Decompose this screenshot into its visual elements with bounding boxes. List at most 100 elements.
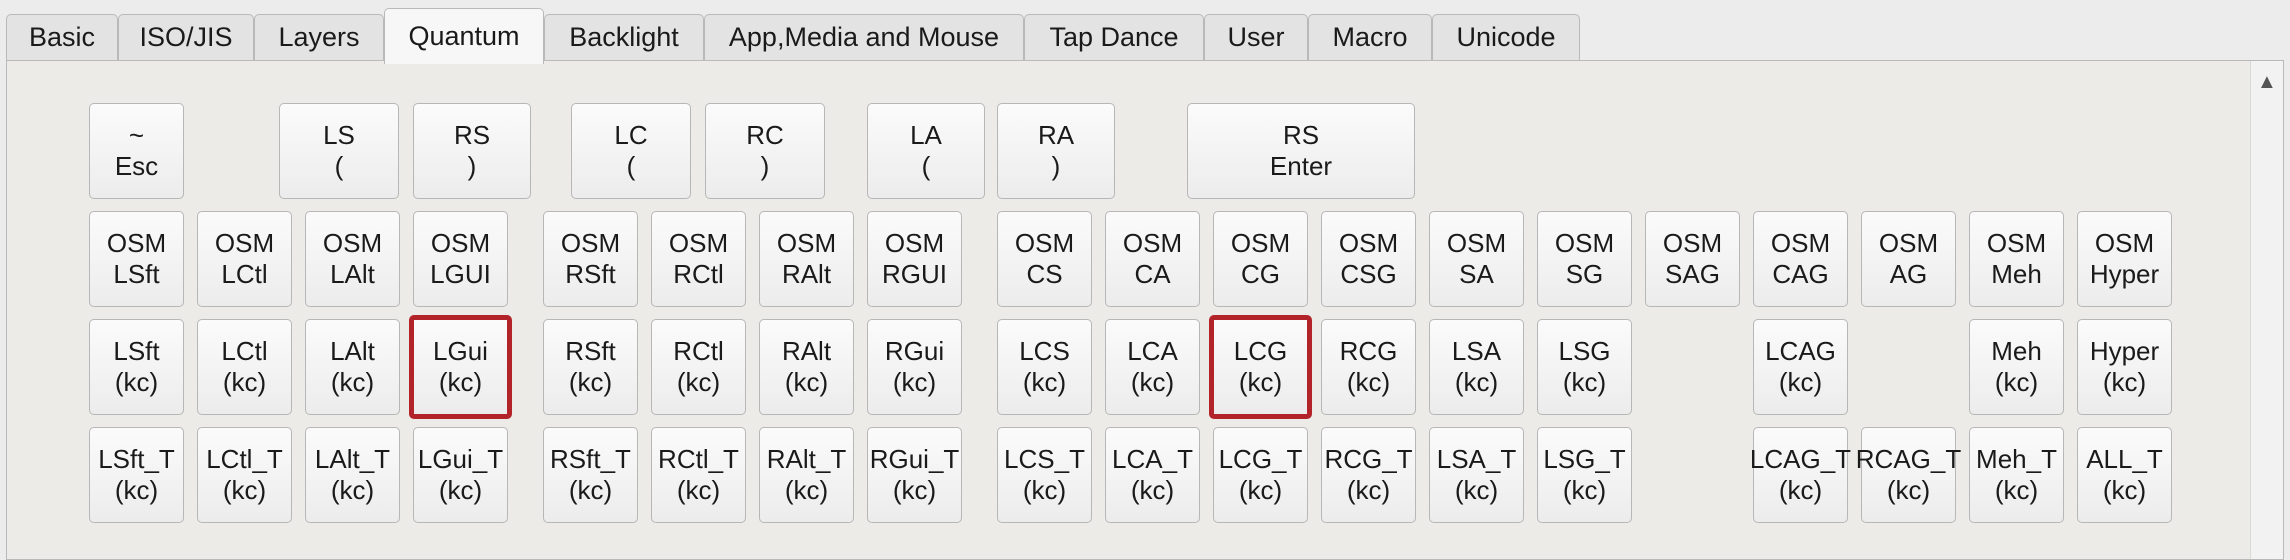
key-osm-ralt[interactable]: OSM RAlt (759, 211, 854, 307)
tab-backlight[interactable]: Backlight (544, 14, 704, 60)
key-label: (kc) (1994, 367, 2039, 397)
key-label: OSM (1554, 228, 1615, 258)
key-ralt-kc[interactable]: RAlt (kc) (759, 319, 854, 415)
key-osm-meh[interactable]: OSM Meh (1969, 211, 2064, 307)
key-osm-lsft[interactable]: OSM LSft (89, 211, 184, 307)
key-label: LSft (113, 336, 160, 366)
key-lalt-t-kc[interactable]: LAlt_T (kc) (305, 427, 400, 523)
key-lshift-paren[interactable]: LS( (279, 103, 399, 199)
key-osm-sg[interactable]: OSM SG (1537, 211, 1632, 307)
key-label: (kc) (1130, 475, 1175, 505)
key-label: (kc) (1022, 475, 1067, 505)
key-osm-rsft[interactable]: OSM RSft (543, 211, 638, 307)
key-lca-t-kc[interactable]: LCA_T (kc) (1105, 427, 1200, 523)
key-osm-sag[interactable]: OSM SAG (1645, 211, 1740, 307)
key-label: (kc) (676, 367, 721, 397)
key-ralt-paren[interactable]: RA) (997, 103, 1115, 199)
key-osm-cs[interactable]: OSM CS (997, 211, 1092, 307)
key-label: LCtl_T (206, 444, 283, 474)
key-lcs-t-kc[interactable]: LCS_T (kc) (997, 427, 1092, 523)
key-label: OSM (430, 228, 491, 258)
chevron-up-icon[interactable]: ▲ (2257, 71, 2277, 94)
key-label: Enter (1269, 151, 1333, 181)
key-hyper-kc[interactable]: Hyper (kc) (2077, 319, 2172, 415)
key-label: OSM (1878, 228, 1939, 258)
tab-user[interactable]: User (1204, 14, 1308, 60)
key-label: RS (1282, 120, 1320, 150)
key-osm-cg[interactable]: OSM CG (1213, 211, 1308, 307)
key-label: RAlt (781, 259, 832, 289)
key-osm-lalt[interactable]: OSM LAlt (305, 211, 400, 307)
tab-basic[interactable]: Basic (6, 14, 118, 60)
key-label: OSM (1662, 228, 1723, 258)
key-label: RCtl (673, 259, 724, 289)
tab-macro[interactable]: Macro (1308, 14, 1432, 60)
key-label: (kc) (1238, 475, 1283, 505)
key-lsg-t-kc[interactable]: LSG_T (kc) (1537, 427, 1632, 523)
key-rctl-kc[interactable]: RCtl (kc) (651, 319, 746, 415)
tab-tap-dance[interactable]: Tap Dance (1024, 14, 1204, 60)
key-rcg-kc[interactable]: RCG (kc) (1321, 319, 1416, 415)
tab-layers[interactable]: Layers (254, 14, 384, 60)
key-rsft-kc[interactable]: RSft (kc) (543, 319, 638, 415)
key-all-t-kc[interactable]: ALL_T (kc) (2077, 427, 2172, 523)
key-osm-hyper[interactable]: OSM Hyper (2077, 211, 2172, 307)
key-rsft-t-kc[interactable]: RSft_T (kc) (543, 427, 638, 523)
key-rgui-t-kc[interactable]: RGui_T (kc) (867, 427, 962, 523)
key-lcag-kc[interactable]: LCAG (kc) (1753, 319, 1848, 415)
key-label: RAlt (781, 336, 832, 366)
key-lcg-kc[interactable]: LCG (kc) (1209, 315, 1312, 419)
key-osm-sa[interactable]: OSM SA (1429, 211, 1524, 307)
key-rctl-t-kc[interactable]: RCtl_T (kc) (651, 427, 746, 523)
key-label: RGui_T (869, 444, 960, 474)
key-lsft-kc[interactable]: LSft (kc) (89, 319, 184, 415)
tab-unicode[interactable]: Unicode (1432, 14, 1580, 60)
key-label: ) (760, 151, 770, 181)
key-lctl-paren[interactable]: LC( (571, 103, 691, 199)
key-osm-ag[interactable]: OSM AG (1861, 211, 1956, 307)
key-rctl-paren[interactable]: RC) (705, 103, 825, 199)
key-lsg-kc[interactable]: LSG (kc) (1537, 319, 1632, 415)
vertical-scrollbar[interactable]: ▲ (2250, 61, 2283, 559)
key-lgui-t-kc[interactable]: LGui_T (kc) (413, 427, 508, 523)
tab-iso-jis[interactable]: ISO/JIS (118, 14, 254, 60)
key-lalt-paren[interactable]: LA( (867, 103, 985, 199)
key-osm-csg[interactable]: OSM CSG (1321, 211, 1416, 307)
key-label: OSM (1230, 228, 1291, 258)
key-lgui-kc[interactable]: LGui (kc) (409, 315, 512, 419)
key-rshift-paren[interactable]: RS) (413, 103, 531, 199)
key-osm-rgui[interactable]: OSM RGUI (867, 211, 962, 307)
key-lalt-kc[interactable]: LAlt (kc) (305, 319, 400, 415)
key-label: RGUI (882, 259, 947, 289)
key-rcag-t-kc[interactable]: RCAG_T (kc) (1856, 427, 1961, 523)
key-osm-ca[interactable]: OSM CA (1105, 211, 1200, 307)
key-osm-rctl[interactable]: OSM RCtl (651, 211, 746, 307)
key-lctl-t-kc[interactable]: LCtl_T (kc) (197, 427, 292, 523)
key-osm-lctl[interactable]: OSM LCtl (197, 211, 292, 307)
key-label: (kc) (1886, 475, 1931, 505)
key-meh-t-kc[interactable]: Meh_T (kc) (1969, 427, 2064, 523)
key-osm-lgui[interactable]: OSM LGUI (413, 211, 508, 307)
key-lcs-kc[interactable]: LCS (kc) (997, 319, 1092, 415)
key-osm-cag[interactable]: OSM CAG (1753, 211, 1848, 307)
key-lcg-t-kc[interactable]: LCG_T (kc) (1213, 427, 1308, 523)
key-rgui-kc[interactable]: RGui (kc) (867, 319, 962, 415)
key-label: (kc) (222, 367, 267, 397)
key-rcg-t-kc[interactable]: RCG_T (kc) (1321, 427, 1416, 523)
key-label: SA (1459, 259, 1494, 289)
key-lsft-t-kc[interactable]: LSft_T (kc) (89, 427, 184, 523)
key-ralt-t-kc[interactable]: RAlt_T (kc) (759, 427, 854, 523)
key-label: LCA (1127, 336, 1178, 366)
key-lsa-kc[interactable]: LSA (kc) (1429, 319, 1524, 415)
key-rshift-enter[interactable]: RS Enter (1187, 103, 1415, 199)
quantum-keys-panel: ~ Esc LS(RS) LC(RC) LA(RA) RS Enter OSM LSft OSM L… (6, 60, 2284, 560)
tab-app-media-mouse[interactable]: App,Media and Mouse (704, 14, 1024, 60)
key-lcag-t-kc[interactable]: LCAG_T (kc) (1750, 427, 1851, 523)
tab-quantum[interactable]: Quantum (384, 8, 544, 64)
key-label: (kc) (1778, 475, 1823, 505)
key-grave-esc[interactable]: ~ Esc (89, 103, 184, 199)
key-lctl-kc[interactable]: LCtl (kc) (197, 319, 292, 415)
key-meh-kc[interactable]: Meh (kc) (1969, 319, 2064, 415)
key-lsa-t-kc[interactable]: LSA_T (kc) (1429, 427, 1524, 523)
key-lca-kc[interactable]: LCA (kc) (1105, 319, 1200, 415)
